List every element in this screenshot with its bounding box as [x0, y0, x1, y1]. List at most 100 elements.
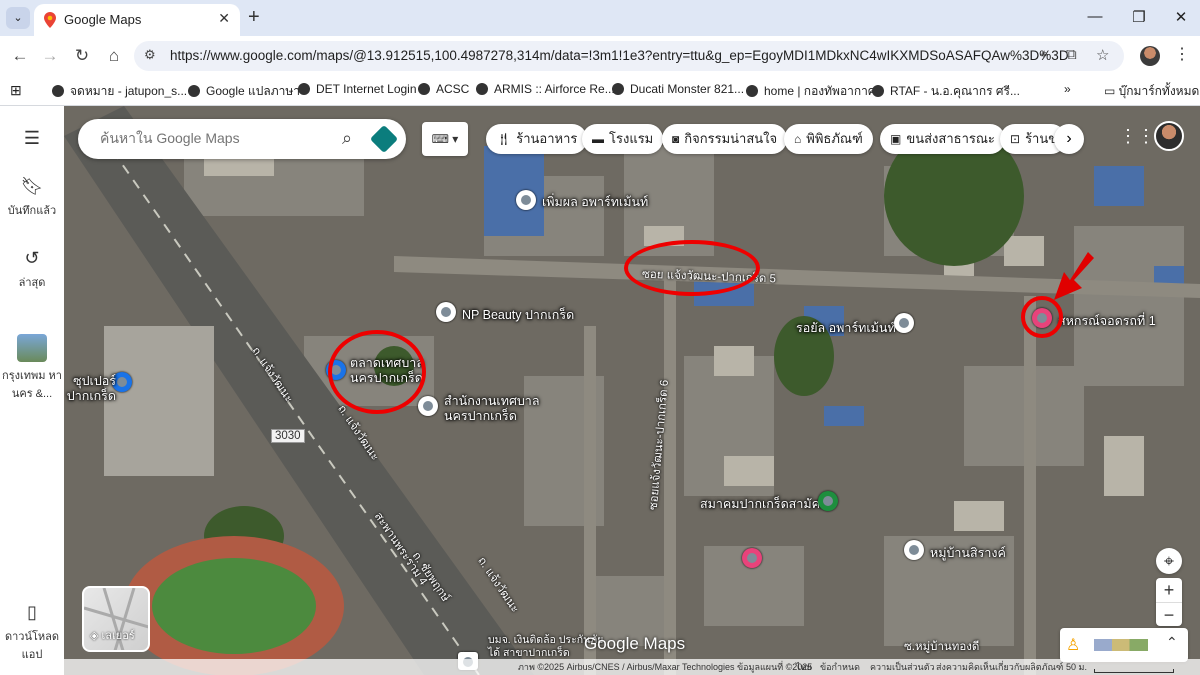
- bookmark-item[interactable]: DET Internet Login: [298, 82, 417, 96]
- layers-label: ◈ เลเยอร์: [90, 630, 135, 642]
- pegman-icon[interactable]: ♙: [1066, 635, 1080, 655]
- chip-museums[interactable]: ⌂ พิพิธภัณฑ์: [784, 124, 873, 154]
- place-label[interactable]: รอยัล อพาร์ทเม้นท์: [796, 318, 896, 338]
- bookmark-icon: 🔖︎: [20, 176, 44, 196]
- place-label[interactable]: สมาคมปากเกร็ดสามัคคี: [700, 494, 828, 514]
- globe-icon: [418, 83, 430, 95]
- close-window-button[interactable]: ✕: [1166, 8, 1196, 26]
- bookmarks-bar: ⊞ จดหมาย - jatupon_s... Google แปลภาษา D…: [0, 76, 1200, 106]
- government-pin-icon[interactable]: [418, 396, 438, 416]
- tab-google-maps[interactable]: Google Maps ✕: [34, 4, 240, 36]
- chevron-up-icon[interactable]: ⌃: [1166, 634, 1178, 651]
- map-canvas[interactable]: ⌕ ⌨ ▾ 🍴︎ร้านอาหาร ▬โรงแรม ◙กิจกรรมน่าสนใ…: [64, 106, 1200, 675]
- reload-icon[interactable]: ↻: [70, 44, 94, 68]
- place-pin-icon[interactable]: [894, 313, 914, 333]
- phone-icon: ▯: [27, 602, 37, 622]
- url-text[interactable]: https://www.google.com/maps/@13.912515,1…: [170, 48, 1069, 63]
- bookmark-item[interactable]: จดหมาย - jatupon_s...: [52, 82, 187, 101]
- input-tools-button[interactable]: ⌨ ▾: [422, 122, 468, 156]
- place-label[interactable]: สำนักงานเทศบาล นครปากเกร็ด: [444, 394, 554, 424]
- bookmark-star-icon[interactable]: ☆: [1096, 46, 1109, 64]
- chevron-right-icon: ›: [1066, 130, 1072, 147]
- restore-button[interactable]: ❐: [1124, 8, 1154, 26]
- bookmark-item[interactable]: home | กองทัพอากาศ: [746, 82, 876, 101]
- zoom-out-button[interactable]: −: [1156, 602, 1182, 626]
- google-maps-watermark: Google Maps: [584, 634, 686, 653]
- tab-close-icon[interactable]: ✕: [218, 10, 230, 27]
- fork-knife-icon: 🍴︎: [496, 132, 512, 146]
- back-icon[interactable]: ←: [8, 44, 32, 68]
- imagery-thumbnails[interactable]: [1094, 639, 1148, 651]
- zoom-in-button[interactable]: +: [1156, 578, 1182, 602]
- new-tab-button[interactable]: +: [248, 6, 260, 29]
- chip-transit[interactable]: ▣ ขนส่งสาธารณะ: [880, 124, 1005, 154]
- bookmark-item[interactable]: Google แปลภาษา: [188, 82, 300, 101]
- my-location-button[interactable]: ⌖: [1156, 548, 1182, 574]
- place-pin-icon[interactable]: [516, 190, 536, 210]
- terms-link[interactable]: ข้อกำหนด: [820, 659, 860, 675]
- recent-button[interactable]: ↺ ล่าสุด: [0, 248, 64, 291]
- keyboard-icon: ⌨ ▾: [431, 132, 459, 146]
- saved-button[interactable]: 🔖︎ บันทึกแล้ว: [0, 176, 64, 219]
- street-view-bar: ♙ ⌃: [1060, 628, 1188, 662]
- place-pin-icon[interactable]: [818, 491, 838, 511]
- more-bookmarks-icon[interactable]: »: [1064, 82, 1071, 96]
- globe-icon: [746, 85, 758, 97]
- place-label[interactable]: สหกรณ์จอดรถที่ 1: [1058, 311, 1156, 331]
- bookmark-item[interactable]: RTAF - น.อ.คุณากร ศรี...: [872, 82, 1020, 101]
- route-badge: 3030: [271, 429, 305, 443]
- chips-next-button[interactable]: ›: [1054, 124, 1084, 154]
- bookmark-item[interactable]: ACSC: [418, 82, 469, 96]
- directions-icon[interactable]: [369, 124, 399, 154]
- search-input[interactable]: [100, 130, 320, 146]
- place-label[interactable]: เพิ่มผล อพาร์ทเม้นท์: [542, 192, 648, 212]
- search-box: ⌕: [78, 119, 406, 159]
- shop-icon: ⊡: [1010, 132, 1021, 146]
- apps-icon[interactable]: ⊞: [10, 82, 22, 99]
- globe-icon: [298, 83, 310, 95]
- place-pin-icon[interactable]: [436, 302, 456, 322]
- tab-strip: ⌄ Google Maps ✕ + — ❐ ✕: [0, 0, 1200, 36]
- all-bookmarks[interactable]: ▭ บุ๊กมาร์กทั้งหมด: [1104, 82, 1199, 101]
- road-label: ซ.หมู่บ้านทองดี: [904, 641, 980, 653]
- tab-search-button[interactable]: ⌄: [6, 7, 30, 29]
- place-pin-icon[interactable]: [742, 548, 762, 568]
- place-pin-icon[interactable]: [904, 540, 924, 560]
- bookmark-item[interactable]: Ducati Monster 821...: [612, 82, 744, 96]
- download-app-button[interactable]: ▯ ดาวน์โหลด แอป: [0, 602, 64, 663]
- site-info-icon[interactable]: ⚙: [144, 47, 156, 63]
- browser-toolbar: ← → ↻ ⌂ ⚙ https://www.google.com/maps/@1…: [0, 36, 1200, 76]
- search-icon[interactable]: ⌕: [342, 128, 352, 149]
- place-label[interactable]: NP Beauty ปากเกร็ด: [462, 305, 574, 325]
- country-link[interactable]: ไทย: [796, 659, 812, 675]
- install-app-icon[interactable]: ⧉: [1066, 46, 1077, 63]
- location-icon[interactable]: ⌖: [1040, 46, 1048, 63]
- recent-place-item[interactable]: กรุงเทพม หานคร &...: [0, 334, 64, 402]
- account-avatar[interactable]: [1154, 121, 1184, 151]
- layers-button[interactable]: ◈ เลเยอร์: [82, 586, 150, 652]
- bookmark-item[interactable]: ARMIS :: Airforce Re...: [476, 82, 615, 96]
- bed-icon: ▬: [592, 132, 604, 146]
- chip-restaurants[interactable]: 🍴︎ ร้านอาหาร: [486, 124, 588, 154]
- place-label[interactable]: หมู่บ้านสิรางค์: [930, 543, 1006, 563]
- profile-avatar[interactable]: [1140, 46, 1160, 66]
- home-icon[interactable]: ⌂: [102, 44, 126, 68]
- place-label[interactable]: ซุปเปอร์ ปากเกร็ด: [64, 374, 116, 404]
- globe-icon: [872, 85, 884, 97]
- chip-hotels[interactable]: ▬ โรงแรม: [582, 124, 664, 154]
- globe-icon: [612, 83, 624, 95]
- feedback-link[interactable]: ส่งความคิดเห็นเกี่ยวกับผลิตภัณฑ์: [936, 659, 1063, 675]
- menu-button[interactable]: ☰: [0, 128, 64, 153]
- globe-icon: [52, 85, 64, 97]
- chip-things-to-do[interactable]: ◙ กิจกรรมน่าสนใจ: [662, 124, 788, 154]
- museum-icon: ⌂: [794, 132, 802, 146]
- address-bar[interactable]: ⚙ https://www.google.com/maps/@13.912515…: [134, 41, 1124, 71]
- scale-bar: [1094, 669, 1174, 673]
- scale-label[interactable]: 50 ม.: [1066, 659, 1087, 675]
- zoom-controls: + −: [1156, 578, 1182, 626]
- history-icon: ↺: [24, 248, 40, 268]
- privacy-link[interactable]: ความเป็นส่วนตัว: [870, 659, 935, 675]
- chrome-menu-icon[interactable]: ⋮: [1174, 44, 1190, 64]
- minimize-button[interactable]: —: [1080, 8, 1110, 25]
- forward-icon[interactable]: →: [38, 44, 62, 68]
